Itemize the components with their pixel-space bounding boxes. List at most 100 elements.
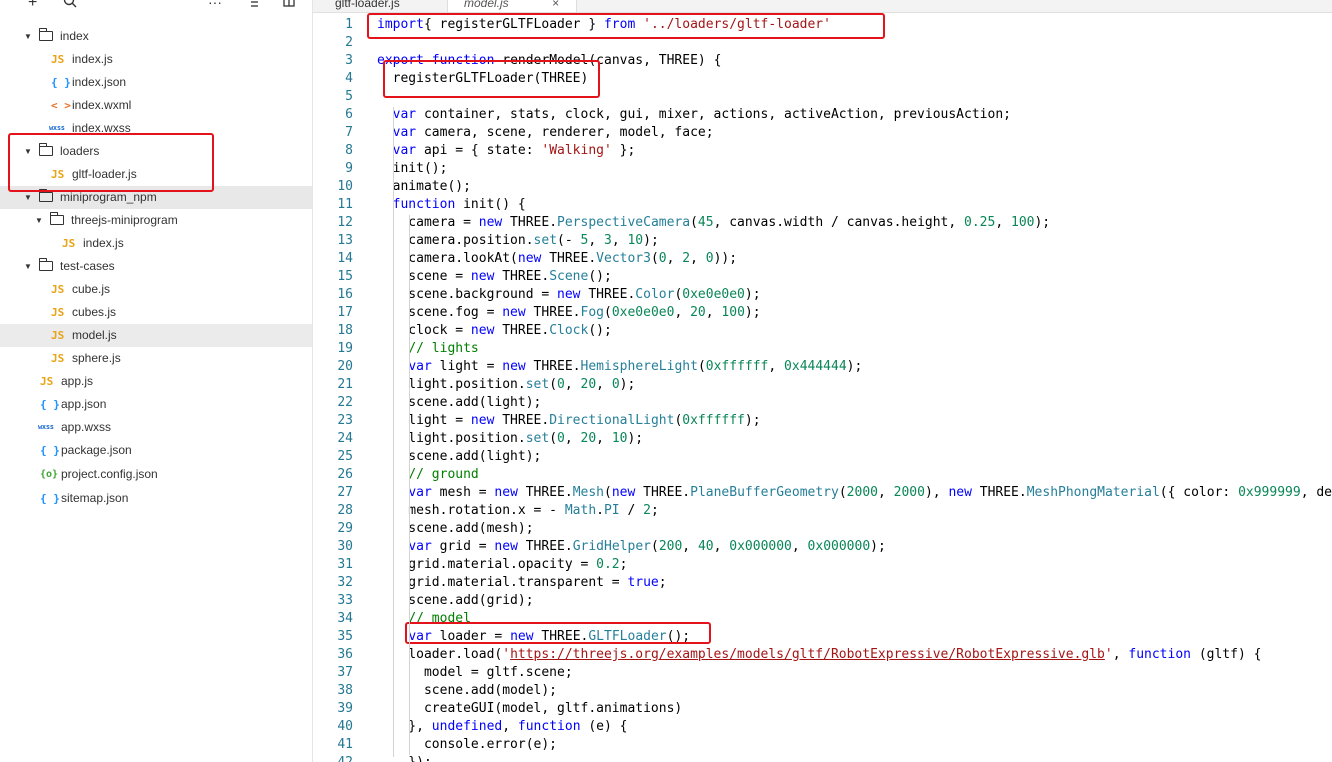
code-line[interactable]: camera.position.set(- 5, 3, 10); [377,232,659,250]
close-icon[interactable]: × [552,0,559,12]
code-line[interactable]: camera = new THREE.PerspectiveCamera(45,… [377,214,1050,232]
code-token: ); [744,287,761,302]
code-line[interactable]: registerGLTFLoader(THREE) [377,70,589,88]
code-token: , [1112,647,1129,662]
code-token: ); [744,413,761,428]
file-explorer-sidebar: + ··· ▼ index JS index.js{ } index.json < > in… [0,0,313,762]
code-token: scene.add(mesh); [377,521,534,536]
code-line[interactable]: light.position.set(0, 20, 0); [377,376,635,394]
code-line[interactable]: console.error(e); [377,736,557,754]
split-icon[interactable] [282,0,296,11]
code-line[interactable]: }); [377,754,432,762]
line-number: 5 [345,89,353,104]
code-line[interactable]: scene.add(grid); [377,592,533,610]
code-line[interactable]: var grid = new THREE.GridHelper(200, 40,… [377,538,886,556]
file-item[interactable]: wxss index.wxss [0,117,312,140]
file-item[interactable]: JS index.js [0,48,312,71]
code-token: THREE. [971,485,1027,500]
line-number: 13 [337,233,353,248]
file-label: package.json [61,443,132,457]
code-line[interactable]: // model [377,610,471,628]
line-number: 26 [337,467,353,482]
code-line[interactable]: scene.fog = new THREE.Fog(0xe0e0e0, 20, … [377,304,760,322]
file-item[interactable]: JS sphere.js [0,347,312,370]
code-line[interactable]: scene.add(light); [377,394,541,412]
chevron-down-icon[interactable]: ▼ [35,209,43,232]
collapse-all-icon[interactable] [246,0,260,11]
code-line[interactable]: var loader = new THREE.GLTFLoader(); [377,628,690,646]
code-token: light = [377,413,471,428]
line-number: 3 [345,53,353,68]
code-line[interactable]: loader.load('https://threejs.org/example… [377,646,1261,664]
file-item[interactable]: { } index.json [0,71,312,94]
code-line[interactable]: clock = new THREE.Clock(); [377,322,612,340]
folder-item[interactable]: ▼ test-cases [0,255,312,278]
more-icon[interactable]: ··· [208,0,222,10]
folder-item[interactable]: ▼ miniprogram_npm [0,186,312,209]
code-line[interactable]: import{ registerGLTFLoader } from '../lo… [377,16,831,34]
code-line[interactable]: model = gltf.scene; [377,664,573,682]
code-token: loader.load( [377,647,503,662]
code-line[interactable]: var camera, scene, renderer, model, face… [377,124,714,142]
code-line[interactable]: createGUI(model, gltf.animations) [377,700,682,718]
file-item[interactable]: { } package.json [0,439,312,462]
code-line[interactable]: grid.material.transparent = true; [377,574,667,592]
code-line[interactable]: animate(); [377,178,471,196]
code-token: (- [557,233,581,248]
code-line[interactable]: var api = { state: 'Walking' }; [377,142,636,160]
chevron-down-icon[interactable]: ▼ [24,255,32,278]
code-line[interactable]: var container, stats, clock, gui, mixer,… [377,106,1011,124]
folder-item[interactable]: ▼ threejs-miniprogram [0,209,312,232]
file-item[interactable]: JS index.js [0,232,312,255]
code-token: THREE. [541,251,597,266]
chevron-down-icon[interactable]: ▼ [24,25,32,48]
code-line[interactable]: grid.material.opacity = 0.2; [377,556,627,574]
code-line[interactable]: scene.background = new THREE.Color(0xe0e… [377,286,761,304]
code-token: (e) { [580,719,628,734]
code-editor[interactable]: 1 2 3 4 5 6 7 8 9 10 11 12 13 14 15 16 17 18 19 20 21 22 23 24 2… [313,13,1332,762]
tab-model[interactable]: model.js × [447,0,577,12]
code-line[interactable]: var light = new THREE.HemisphereLight(0x… [377,358,862,376]
code-line[interactable]: init(); [377,160,448,178]
code-line[interactable]: scene.add(model); [377,682,557,700]
chevron-down-icon[interactable]: ▼ [24,186,32,209]
folder-item[interactable]: ▼ index [0,25,312,48]
file-item[interactable]: { } sitemap.json [0,487,312,510]
file-item[interactable]: {o} project.config.json [0,463,312,486]
code-line[interactable]: function init() { [377,196,526,214]
file-item[interactable]: wxss app.wxss [0,416,312,439]
code-token: Vector3 [596,251,651,266]
code-token: ; [658,575,667,590]
file-label: index.wxss [72,121,131,135]
code-token: THREE. [580,287,636,302]
file-item[interactable]: JS cube.js [0,278,312,301]
code-token: , [564,377,581,392]
code-line[interactable]: export function renderModel(canvas, THRE… [377,52,721,70]
folder-item[interactable]: ▼ loaders [0,140,312,163]
code-line[interactable]: var mesh = new THREE.Mesh(new THREE.Plan… [377,484,1332,502]
file-label: sphere.js [72,351,121,365]
code-line[interactable]: light = new THREE.DirectionalLight(0xfff… [377,412,761,430]
code-line[interactable]: scene.add(light); [377,448,541,466]
chevron-down-icon[interactable]: ▼ [24,140,32,163]
add-icon[interactable]: + [28,0,37,12]
file-item[interactable]: < > index.wxml [0,94,312,117]
file-item[interactable]: JS app.js [0,370,312,393]
code-line[interactable]: scene = new THREE.Scene(); [377,268,612,286]
file-item[interactable]: JS gltf-loader.js [0,163,312,186]
code-line[interactable]: light.position.set(0, 20, 10); [377,430,643,448]
file-item[interactable]: JS model.js [0,324,312,347]
file-item[interactable]: { } app.json [0,393,312,416]
search-icon[interactable] [63,0,77,11]
tab-gltf-loader[interactable]: gltf-loader.js [335,0,415,12]
line-number: 11 [337,197,353,212]
code-line[interactable]: mesh.rotation.x = - Math.PI / 2; [377,502,658,520]
code-token: THREE. [494,323,550,338]
code-token: ( [690,215,698,230]
code-line[interactable]: camera.lookAt(new THREE.Vector3(0, 2, 0)… [377,250,737,268]
code-line[interactable]: scene.add(mesh); [377,520,534,538]
code-token: Scene [549,269,589,284]
code-line[interactable]: }, undefined, function (e) { [377,718,628,736]
file-item[interactable]: JS cubes.js [0,301,312,324]
